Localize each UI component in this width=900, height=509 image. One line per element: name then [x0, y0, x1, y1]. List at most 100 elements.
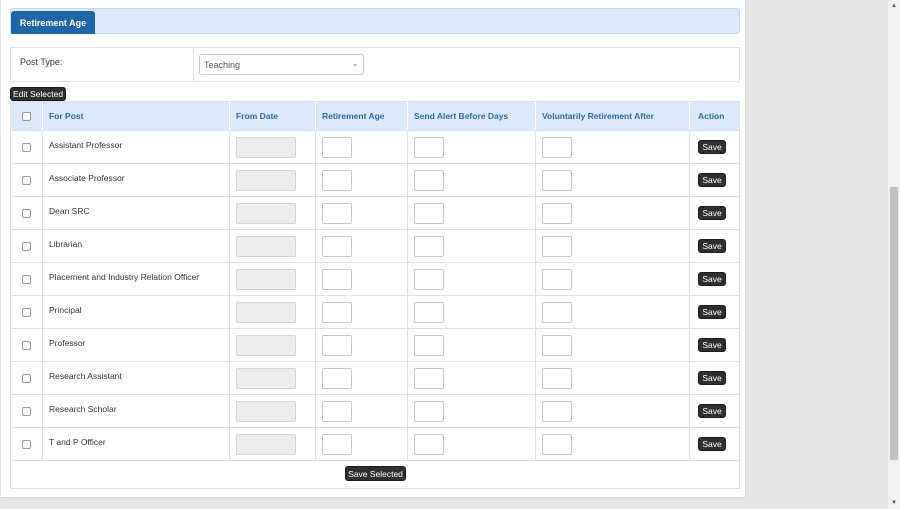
- save-selected-button[interactable]: Save Selected: [345, 466, 406, 481]
- retirement-age-input[interactable]: [322, 400, 352, 422]
- retirement-age-input[interactable]: [322, 136, 352, 158]
- action-cell: Save: [690, 197, 739, 229]
- row-save-button[interactable]: Save: [698, 404, 726, 418]
- from-date-cell: [230, 395, 316, 427]
- row-select-cell: [11, 428, 43, 460]
- tab-retirement-age[interactable]: Retirement Age: [11, 11, 95, 34]
- retirement-age-input[interactable]: [322, 268, 352, 290]
- retirement-age-input[interactable]: [322, 301, 352, 323]
- table-header: For Post From Date Retirement Age Send A…: [11, 102, 739, 130]
- row-select-cell: [11, 362, 43, 394]
- alert-days-cell: [408, 428, 536, 460]
- retirement-age-input[interactable]: [322, 169, 352, 191]
- voluntary-retirement-input[interactable]: [542, 301, 572, 323]
- retirement-age-input[interactable]: [322, 367, 352, 389]
- alert-days-input[interactable]: [414, 268, 444, 290]
- retirement-age-cell: [316, 296, 408, 328]
- row-checkbox[interactable]: [22, 307, 31, 317]
- main-panel: Retirement Age Post Type: Teaching ⌄ Edi…: [1, 0, 746, 498]
- from-date-input: [236, 169, 296, 191]
- alert-days-input[interactable]: [414, 136, 444, 158]
- row-save-button[interactable]: Save: [698, 272, 726, 286]
- row-save-button[interactable]: Save: [698, 338, 726, 352]
- retirement-age-cell: [316, 197, 408, 229]
- row-save-button[interactable]: Save: [698, 173, 726, 187]
- voluntary-retirement-cell: [536, 164, 690, 196]
- row-save-button[interactable]: Save: [698, 206, 726, 220]
- row-checkbox[interactable]: [22, 373, 31, 383]
- row-save-button[interactable]: Save: [698, 239, 726, 253]
- scroll-thumb[interactable]: [890, 187, 898, 460]
- alert-days-input[interactable]: [414, 235, 444, 257]
- voluntary-retirement-input[interactable]: [542, 136, 572, 158]
- row-select-cell: [11, 131, 43, 163]
- row-checkbox[interactable]: [22, 241, 31, 251]
- alert-days-input[interactable]: [414, 169, 444, 191]
- alert-days-input[interactable]: [414, 334, 444, 356]
- col-header-retirement-age: Retirement Age: [316, 102, 408, 130]
- row-checkbox[interactable]: [22, 274, 31, 284]
- post-name: Professor: [43, 329, 230, 361]
- from-date-input: [236, 268, 296, 290]
- row-checkbox[interactable]: [22, 142, 31, 152]
- row-checkbox[interactable]: [22, 439, 31, 449]
- voluntary-retirement-input[interactable]: [542, 433, 572, 455]
- retirement-age-input[interactable]: [322, 235, 352, 257]
- scroll-down-icon[interactable]: ▼: [888, 498, 900, 508]
- alert-days-input[interactable]: [414, 433, 444, 455]
- row-select-cell: [11, 197, 43, 229]
- voluntary-retirement-input[interactable]: [542, 268, 572, 290]
- retirement-age-input[interactable]: [322, 202, 352, 224]
- row-select-cell: [11, 329, 43, 361]
- alert-days-cell: [408, 197, 536, 229]
- retirement-age-cell: [316, 164, 408, 196]
- alert-days-input[interactable]: [414, 400, 444, 422]
- alert-days-input[interactable]: [414, 367, 444, 389]
- from-date-input: [236, 334, 296, 356]
- table-row: T and P Officer Save: [11, 427, 739, 460]
- action-cell: Save: [690, 230, 739, 262]
- voluntary-retirement-input[interactable]: [542, 334, 572, 356]
- row-checkbox[interactable]: [22, 340, 31, 350]
- voluntary-retirement-input[interactable]: [542, 169, 572, 191]
- table-row: Principal Save: [11, 295, 739, 328]
- row-checkbox[interactable]: [22, 175, 31, 185]
- from-date-cell: [230, 197, 316, 229]
- row-select-cell: [11, 263, 43, 295]
- retirement-age-cell: [316, 329, 408, 361]
- voluntary-retirement-input[interactable]: [542, 235, 572, 257]
- row-save-button[interactable]: Save: [698, 305, 726, 319]
- alert-days-input[interactable]: [414, 301, 444, 323]
- alert-days-cell: [408, 164, 536, 196]
- retirement-age-input[interactable]: [322, 334, 352, 356]
- scroll-up-icon[interactable]: ▲: [888, 1, 900, 11]
- from-date-cell: [230, 428, 316, 460]
- action-cell: Save: [690, 164, 739, 196]
- row-select-cell: [11, 164, 43, 196]
- row-checkbox[interactable]: [22, 406, 31, 416]
- alert-days-input[interactable]: [414, 202, 444, 224]
- table-row: Librarian Save: [11, 229, 739, 262]
- voluntary-retirement-input[interactable]: [542, 202, 572, 224]
- table-footer: Save Selected: [11, 460, 739, 488]
- edit-selected-button[interactable]: Edit Selected: [10, 87, 66, 101]
- post-type-select[interactable]: Teaching ⌄: [199, 54, 364, 75]
- row-save-button[interactable]: Save: [698, 140, 726, 154]
- alert-days-cell: [408, 263, 536, 295]
- row-save-button[interactable]: Save: [698, 437, 726, 451]
- row-save-button[interactable]: Save: [698, 371, 726, 385]
- select-all-checkbox[interactable]: [22, 111, 31, 121]
- post-type-value: Teaching: [204, 60, 241, 70]
- voluntary-retirement-input[interactable]: [542, 367, 572, 389]
- voluntary-retirement-input[interactable]: [542, 400, 572, 422]
- voluntary-retirement-cell: [536, 329, 690, 361]
- action-cell: Save: [690, 296, 739, 328]
- vertical-scrollbar[interactable]: ▲ ▼: [888, 0, 900, 509]
- retirement-age-input[interactable]: [322, 433, 352, 455]
- voluntary-retirement-cell: [536, 197, 690, 229]
- from-date-cell: [230, 131, 316, 163]
- table-row: Assistant Professor Save: [11, 130, 739, 163]
- row-checkbox[interactable]: [22, 208, 31, 218]
- post-name: Research Scholar: [43, 395, 230, 427]
- table-row: Research Scholar Save: [11, 394, 739, 427]
